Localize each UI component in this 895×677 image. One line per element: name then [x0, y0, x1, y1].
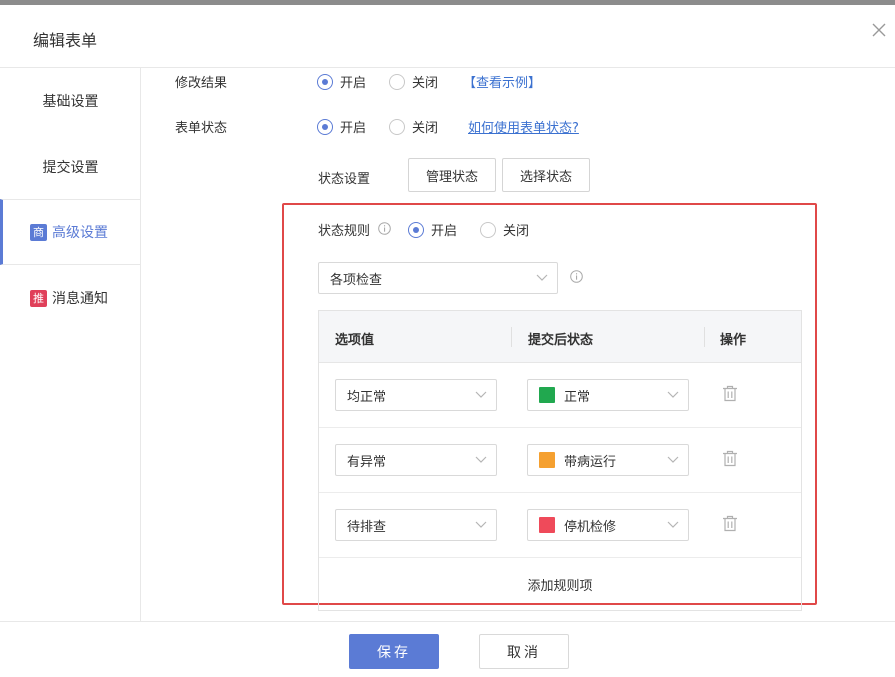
dialog-footer: 保存 取消: [0, 621, 895, 677]
sidebar-item-notifications[interactable]: 推 消息通知: [0, 265, 141, 331]
status-settings-label: 状态设置: [318, 172, 371, 187]
radio-label: 关闭: [412, 121, 439, 136]
submit-status-select[interactable]: 正常: [527, 379, 689, 411]
dialog-header: 编辑表单: [0, 5, 895, 68]
form-status-on-radio[interactable]: 开启: [317, 117, 366, 136]
sidebar-item-advanced-settings[interactable]: 商 高级设置: [0, 199, 141, 265]
premium-badge-icon: 商: [30, 223, 47, 241]
table-header: 选项值 提交后状态 操作: [319, 311, 801, 363]
chevron-down-icon: [475, 456, 487, 463]
form-status-off-radio[interactable]: 关闭: [389, 117, 438, 136]
radio-unchecked-icon: [389, 73, 405, 90]
chevron-down-icon: [667, 456, 679, 463]
radio-unchecked-icon: [480, 221, 496, 238]
info-icon[interactable]: [378, 222, 391, 235]
sidebar-item-label: 消息通知: [52, 291, 108, 307]
radio-checked-icon: [317, 118, 333, 135]
option-value: 待排查: [347, 519, 387, 535]
submit-status-select[interactable]: 带病运行: [527, 444, 689, 476]
status-color-swatch: [539, 517, 555, 533]
radio-label: 开启: [431, 224, 458, 239]
column-header-status: 提交后状态: [528, 333, 594, 348]
radio-label: 关闭: [503, 224, 530, 239]
status-rules-label: 状态规则: [318, 224, 371, 239]
trash-icon[interactable]: [722, 515, 738, 532]
chevron-down-icon: [667, 391, 679, 398]
modify-result-on-radio[interactable]: 开启: [317, 72, 366, 91]
option-value: 均正常: [347, 389, 387, 405]
column-divider: [704, 327, 705, 347]
modify-result-label: 修改结果: [175, 76, 228, 91]
form-status-help-link[interactable]: 如何使用表单状态?: [468, 117, 579, 136]
chevron-down-icon: [475, 521, 487, 528]
radio-label: 关闭: [412, 76, 439, 91]
dialog-title: 编辑表单: [33, 31, 98, 50]
rule-mode-select[interactable]: 各项检查: [318, 262, 558, 294]
sidebar-item-submit-settings[interactable]: 提交设置: [0, 134, 141, 200]
rule-mode-value: 各项检查: [330, 272, 383, 288]
close-icon[interactable]: [871, 22, 887, 38]
push-badge-icon: 推: [30, 289, 47, 307]
cancel-button[interactable]: 取消: [479, 634, 569, 669]
sidebar-item-label: 提交设置: [42, 159, 99, 176]
status-value: 正常: [564, 389, 591, 405]
radio-label: 开启: [340, 121, 367, 136]
submit-status-select[interactable]: 停机检修: [527, 509, 689, 541]
table-row: 有异常 带病运行: [319, 428, 801, 493]
status-value: 带病运行: [564, 454, 617, 470]
save-button[interactable]: 保存: [349, 634, 439, 669]
manage-status-button[interactable]: 管理状态: [408, 158, 496, 192]
option-value-select[interactable]: 待排查: [335, 509, 497, 541]
radio-checked-icon: [317, 73, 333, 90]
table-row: 待排查 停机检修: [319, 493, 801, 558]
option-value-select[interactable]: 有异常: [335, 444, 497, 476]
form-status-label: 表单状态: [175, 121, 228, 136]
chevron-down-icon: [667, 521, 679, 528]
radio-label: 开启: [340, 76, 367, 91]
sidebar-item-label: 高级设置: [52, 225, 108, 241]
column-header-option: 选项值: [335, 333, 375, 348]
info-icon[interactable]: [570, 270, 583, 283]
status-rules-on-radio[interactable]: 开启: [408, 220, 457, 239]
option-value: 有异常: [347, 454, 387, 470]
select-status-button[interactable]: 选择状态: [502, 158, 590, 192]
view-example-link[interactable]: 【查看示例】: [463, 72, 541, 91]
settings-content: 修改结果 开启 关闭 【查看示例】 表单状态 开启 关闭 如何使用表单状态? 状…: [141, 68, 895, 621]
column-header-action: 操作: [720, 333, 747, 348]
status-color-swatch: [539, 387, 555, 403]
trash-icon[interactable]: [722, 385, 738, 402]
status-rules-table: 选项值 提交后状态 操作 均正常 正常 有异常 带病运行 待排查 停机检修 添加…: [318, 310, 802, 611]
sidebar-item-basic-settings[interactable]: 基础设置: [0, 68, 141, 134]
table-row: 均正常 正常: [319, 363, 801, 428]
chevron-down-icon: [536, 274, 548, 281]
status-value: 停机检修: [564, 519, 617, 535]
status-color-swatch: [539, 452, 555, 468]
modify-result-off-radio[interactable]: 关闭: [389, 72, 438, 91]
settings-sidebar: 基础设置 提交设置 商 高级设置 推 消息通知: [0, 68, 141, 621]
add-rule-button[interactable]: 添加规则项: [319, 558, 801, 611]
chevron-down-icon: [475, 391, 487, 398]
trash-icon[interactable]: [722, 450, 738, 467]
radio-checked-icon: [408, 221, 424, 238]
column-divider: [511, 327, 512, 347]
sidebar-item-label: 基础设置: [42, 94, 99, 110]
option-value-select[interactable]: 均正常: [335, 379, 497, 411]
status-rules-off-radio[interactable]: 关闭: [480, 220, 529, 239]
radio-unchecked-icon: [389, 118, 405, 135]
